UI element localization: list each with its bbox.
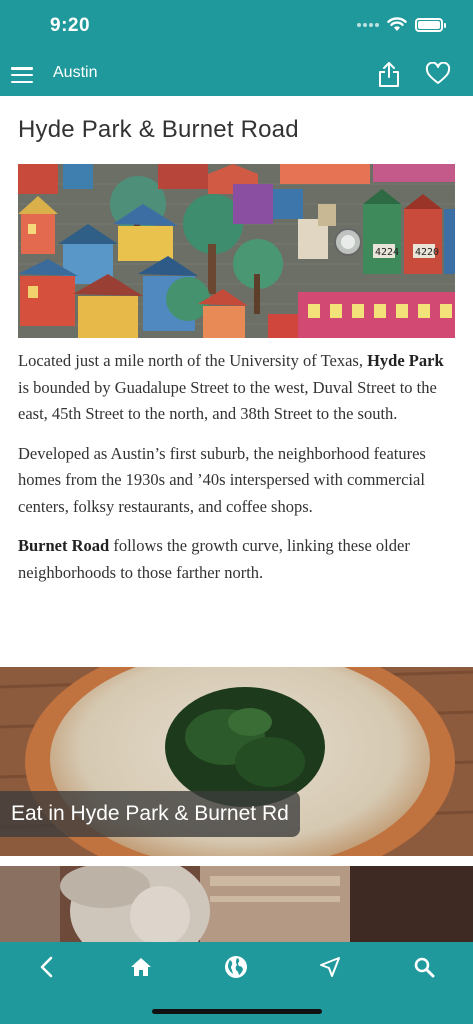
home-button[interactable] (124, 952, 158, 982)
article-paragraph: Located just a mile north of the Univers… (18, 351, 444, 423)
status-time: 9:20 (50, 15, 91, 36)
location-button[interactable] (313, 952, 347, 982)
page-title: Hyde Park & Burnet Road (18, 116, 299, 143)
wifi-icon (387, 17, 407, 31)
location-arrow-icon (320, 957, 340, 977)
battery-icon (415, 17, 446, 32)
home-indicator[interactable] (152, 1009, 322, 1014)
search-icon (414, 957, 435, 978)
next-card[interactable] (0, 866, 473, 942)
statue-image (0, 866, 473, 942)
article-body: Located just a mile north of the Univers… (18, 348, 458, 599)
status-icons (357, 17, 446, 32)
article-paragraph: Developed as Austin’s first suburb, the … (18, 443, 426, 516)
heart-icon[interactable] (425, 62, 451, 86)
search-button[interactable] (407, 952, 441, 982)
globe-icon (225, 956, 247, 978)
menu-button[interactable] (11, 65, 33, 85)
header-title: Austin (53, 64, 98, 81)
app-header: Austin (0, 54, 473, 96)
mural-number-2: 4220 (415, 247, 439, 258)
eat-card[interactable]: Eat in Hyde Park & Burnet Rd (0, 667, 473, 856)
bottom-nav (0, 942, 473, 1024)
menu-icon (11, 67, 33, 70)
card-label: Eat in Hyde Park & Burnet Rd (0, 791, 300, 837)
back-button[interactable] (30, 952, 64, 982)
status-bar: 9:20 (0, 0, 473, 54)
signal-icon (357, 22, 379, 27)
main-content[interactable]: Hyde Park & Burnet Road 4224 4220 Locate… (0, 96, 473, 942)
hero-image: 4224 4220 (18, 164, 455, 338)
home-icon (131, 958, 151, 976)
globe-button[interactable] (219, 952, 253, 982)
share-icon[interactable] (376, 60, 402, 88)
article-paragraph: Burnet Road follows the growth curve, li… (18, 536, 410, 582)
back-icon (40, 956, 53, 978)
mural-number-1: 4224 (375, 247, 399, 258)
